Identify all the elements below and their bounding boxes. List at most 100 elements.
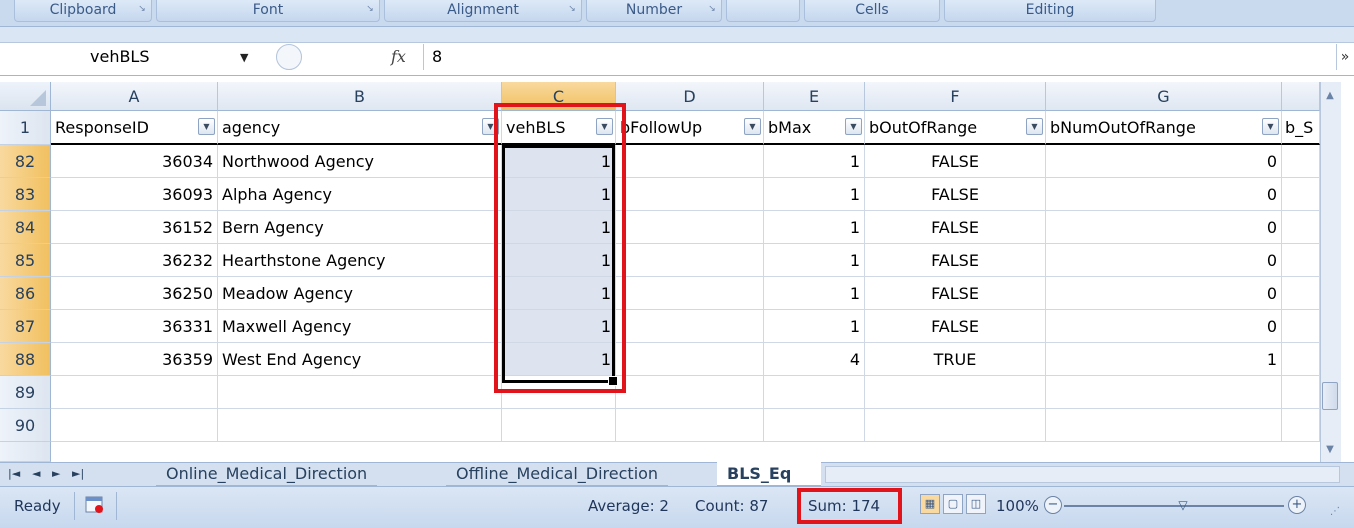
scroll-up-icon[interactable]: ▲ [1320,86,1340,106]
ribbon-group-font[interactable]: Font ↘ [156,0,380,22]
table-header-bfollowup[interactable]: bFollowUp ▼ [616,111,764,145]
row-header[interactable]: 90 [0,409,51,442]
cell-bmax[interactable]: 1 [764,277,865,310]
cell-b-s[interactable] [1282,211,1320,244]
normal-view-icon[interactable]: ▦ [920,494,940,514]
cell-responseid[interactable]: 36034 [51,145,218,178]
row-header[interactable]: 84 [0,211,51,244]
cell-b-s[interactable] [1282,145,1320,178]
cell-bfollowup[interactable] [616,409,764,442]
filter-dropdown-icon[interactable]: ▼ [845,118,862,135]
cell-bmax[interactable]: 1 [764,211,865,244]
row-header[interactable]: 83 [0,178,51,211]
column-header-a[interactable]: A [51,82,218,111]
cell-boutofrange[interactable]: FALSE [865,145,1046,178]
select-all-button[interactable] [0,82,51,111]
last-sheet-icon[interactable]: ►| [72,462,84,486]
cell-bfollowup[interactable] [616,211,764,244]
cell-vehbls[interactable] [502,409,616,442]
formula-input[interactable]: 8 [432,44,732,70]
zoom-level[interactable]: 100% [996,486,1039,527]
filter-dropdown-icon[interactable]: ▼ [744,118,761,135]
cell-b-s[interactable] [1282,310,1320,343]
expand-formula-bar-icon[interactable]: » [1336,44,1353,70]
dialog-launcher-icon[interactable]: ↘ [567,4,577,14]
cell-responseid[interactable]: 36250 [51,277,218,310]
column-header-g[interactable]: G [1046,82,1282,111]
cell-bnumoutofrange[interactable]: 0 [1046,211,1282,244]
cell-b-s[interactable] [1282,343,1320,376]
cell-agency[interactable]: Maxwell Agency [218,310,502,343]
next-sheet-icon[interactable]: ► [52,462,60,486]
cell-bmax[interactable]: 4 [764,343,865,376]
ribbon-group-alignment[interactable]: Alignment ↘ [384,0,582,22]
horizontal-scrollbar[interactable] [825,466,1340,483]
cell-bnumoutofrange[interactable]: 0 [1046,310,1282,343]
name-box-dropdown-icon[interactable]: ▼ [240,44,254,70]
ribbon-group-editing[interactable]: Editing [944,0,1156,22]
cell-agency[interactable]: Meadow Agency [218,277,502,310]
table-header-bmax[interactable]: bMax ▼ [764,111,865,145]
cell-boutofrange[interactable]: FALSE [865,277,1046,310]
row-header[interactable]: 89 [0,376,51,409]
prev-sheet-icon[interactable]: ◄ [32,462,40,486]
cell-boutofrange[interactable]: FALSE [865,244,1046,277]
row-header[interactable]: 87 [0,310,51,343]
cell-responseid[interactable] [51,409,218,442]
cell-agency[interactable] [218,376,502,409]
insert-function-icon[interactable]: fx [391,44,421,70]
cell-bnumoutofrange[interactable]: 0 [1046,277,1282,310]
macro-record-icon[interactable] [84,494,106,516]
column-header-h[interactable] [1282,82,1320,111]
cell-bfollowup[interactable] [616,376,764,409]
cell-b-s[interactable] [1282,409,1320,442]
column-header-b[interactable]: B [218,82,502,111]
table-header-agency[interactable]: agency ▼ [218,111,502,145]
resize-grip-icon[interactable]: ⋰ [1330,506,1340,517]
ribbon-group-cells[interactable]: Cells [804,0,940,22]
cell-bmax[interactable]: 1 [764,310,865,343]
cell-boutofrange[interactable]: FALSE [865,211,1046,244]
cell-bnumoutofrange[interactable]: 0 [1046,244,1282,277]
cell-bfollowup[interactable] [616,145,764,178]
filter-dropdown-icon[interactable]: ▼ [1026,118,1043,135]
ribbon-group-styles[interactable] [726,0,800,22]
cell-bfollowup[interactable] [616,178,764,211]
table-header-bnumoutofrange[interactable]: bNumOutOfRange ▼ [1046,111,1282,145]
filter-dropdown-icon[interactable]: ▼ [1262,118,1279,135]
zoom-in-icon[interactable]: + [1288,496,1306,514]
name-box[interactable]: vehBLS [14,44,264,70]
cell-bnumoutofrange[interactable]: 0 [1046,178,1282,211]
cell-responseid[interactable]: 36232 [51,244,218,277]
ribbon-group-clipboard[interactable]: Clipboard ↘ [14,0,152,22]
row-header-partial[interactable] [0,442,51,462]
dialog-launcher-icon[interactable]: ↘ [137,4,147,14]
cell-bnumoutofrange[interactable]: 0 [1046,145,1282,178]
cell-agency[interactable]: Northwood Agency [218,145,502,178]
cell-agency[interactable]: Bern Agency [218,211,502,244]
column-header-d[interactable]: D [616,82,764,111]
column-header-e[interactable]: E [764,82,865,111]
zoom-slider[interactable] [1064,505,1284,507]
dialog-launcher-icon[interactable]: ↘ [365,4,375,14]
zoom-slider-thumb[interactable]: ▽ [1178,497,1188,513]
cell-bfollowup[interactable] [616,244,764,277]
cell-boutofrange[interactable] [865,376,1046,409]
cell-bfollowup[interactable] [616,310,764,343]
cell-bnumoutofrange[interactable] [1046,409,1282,442]
cell-b-s[interactable] [1282,244,1320,277]
cell-agency[interactable]: West End Agency [218,343,502,376]
cell-responseid[interactable]: 36331 [51,310,218,343]
cell-responseid[interactable]: 36093 [51,178,218,211]
table-header-boutofrange[interactable]: bOutOfRange ▼ [865,111,1046,145]
cell-bnumoutofrange[interactable] [1046,376,1282,409]
row-header-1[interactable]: 1 [0,111,51,145]
first-sheet-icon[interactable]: |◄ [8,462,20,486]
row-header[interactable]: 88 [0,343,51,376]
row-header[interactable]: 86 [0,277,51,310]
cell-boutofrange[interactable]: TRUE [865,343,1046,376]
table-header-responseid[interactable]: ResponseID ▼ [51,111,218,145]
scroll-down-icon[interactable]: ▼ [1320,440,1340,460]
cell-boutofrange[interactable] [865,409,1046,442]
row-header[interactable]: 82 [0,145,51,178]
